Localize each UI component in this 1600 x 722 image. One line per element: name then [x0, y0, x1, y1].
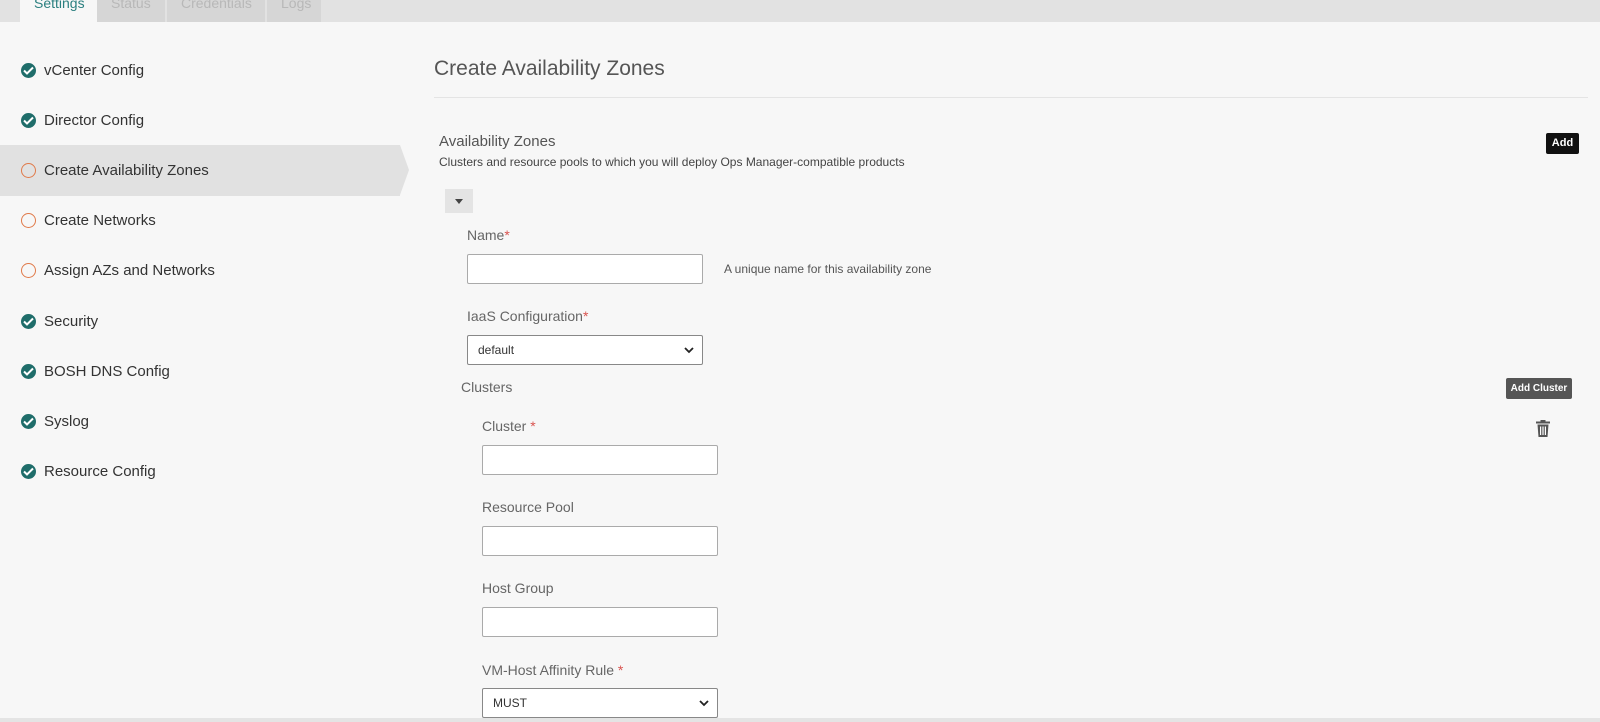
sidebar-item-label: Resource Config	[44, 463, 156, 480]
sidebar-item-label: BOSH DNS Config	[44, 363, 170, 380]
host-group-label: Host Group	[482, 580, 554, 596]
check-circle-icon	[21, 364, 36, 379]
sidebar-item-bosh-dns-config[interactable]: BOSH DNS Config	[0, 346, 400, 397]
top-tab-bar: Settings Status Credentials Logs	[0, 0, 1600, 22]
name-input[interactable]	[467, 254, 703, 284]
sidebar-nav: vCenter Config Director Config Create Av…	[0, 22, 410, 722]
sidebar-item-label: Syslog	[44, 413, 90, 430]
sidebar-item-label: Security	[44, 313, 99, 330]
sidebar-item-assign-azs-and-networks[interactable]: Assign AZs and Networks	[0, 245, 400, 296]
iaas-configuration-select[interactable]: default	[467, 335, 703, 365]
check-circle-icon	[21, 314, 36, 329]
sidebar-item-label: Assign AZs and Networks	[44, 262, 215, 279]
horizontal-scrollbar[interactable]	[0, 718, 1600, 722]
add-availability-zone-button[interactable]: Add	[1546, 133, 1579, 154]
sidebar-item-resource-config[interactable]: Resource Config	[0, 446, 400, 497]
sidebar-item-syslog[interactable]: Syslog	[0, 396, 400, 447]
clusters-heading: Clusters	[461, 379, 513, 395]
empty-circle-icon	[21, 263, 36, 278]
tab-logs[interactable]: Logs	[267, 0, 321, 22]
resource-pool-input[interactable]	[482, 526, 718, 556]
host-group-input[interactable]	[482, 607, 718, 637]
name-field-label: Name*	[467, 227, 510, 243]
page-title: Create Availability Zones	[434, 57, 665, 80]
vm-host-affinity-rule-label: VM-Host Affinity Rule *	[482, 662, 624, 678]
resource-pool-label: Resource Pool	[482, 499, 574, 515]
sidebar-item-create-availability-zones[interactable]: Create Availability Zones	[0, 145, 409, 196]
sidebar-item-label: Director Config	[44, 112, 145, 129]
sidebar-item-label: Create Networks	[44, 212, 156, 229]
sidebar-item-label: Create Availability Zones	[44, 162, 209, 179]
section-description: Clusters and resource pools to which you…	[439, 155, 905, 169]
chevron-down-icon	[684, 347, 694, 354]
check-circle-icon	[21, 113, 36, 128]
vm-host-affinity-rule-select[interactable]: MUST	[482, 688, 718, 718]
iaas-configuration-value: default	[478, 343, 515, 357]
title-divider	[434, 97, 1588, 98]
sidebar-item-vcenter-config[interactable]: vCenter Config	[0, 45, 400, 96]
cluster-input[interactable]	[482, 445, 718, 475]
cluster-field-label: Cluster *	[482, 418, 536, 434]
caret-down-icon	[455, 199, 463, 204]
sidebar-item-label: vCenter Config	[44, 62, 145, 79]
section-title: Availability Zones	[439, 133, 556, 150]
chevron-down-icon	[699, 700, 709, 707]
name-hint: A unique name for this availability zone	[724, 262, 932, 276]
empty-circle-icon	[21, 213, 36, 228]
tab-credentials[interactable]: Credentials	[167, 0, 265, 22]
tab-status[interactable]: Status	[97, 0, 165, 22]
add-cluster-button[interactable]: Add Cluster	[1506, 378, 1572, 399]
sidebar-item-create-networks[interactable]: Create Networks	[0, 195, 400, 246]
check-circle-icon	[21, 464, 36, 479]
tab-settings[interactable]: Settings	[20, 0, 97, 22]
iaas-configuration-label: IaaS Configuration*	[467, 308, 589, 324]
sidebar-item-director-config[interactable]: Director Config	[0, 95, 400, 146]
empty-circle-icon	[21, 163, 36, 178]
check-circle-icon	[21, 63, 36, 78]
sidebar-item-security[interactable]: Security	[0, 296, 400, 347]
trash-icon[interactable]	[1536, 420, 1550, 437]
check-circle-icon	[21, 414, 36, 429]
vm-host-affinity-rule-value: MUST	[493, 696, 527, 710]
collapse-toggle-button[interactable]	[445, 189, 473, 213]
